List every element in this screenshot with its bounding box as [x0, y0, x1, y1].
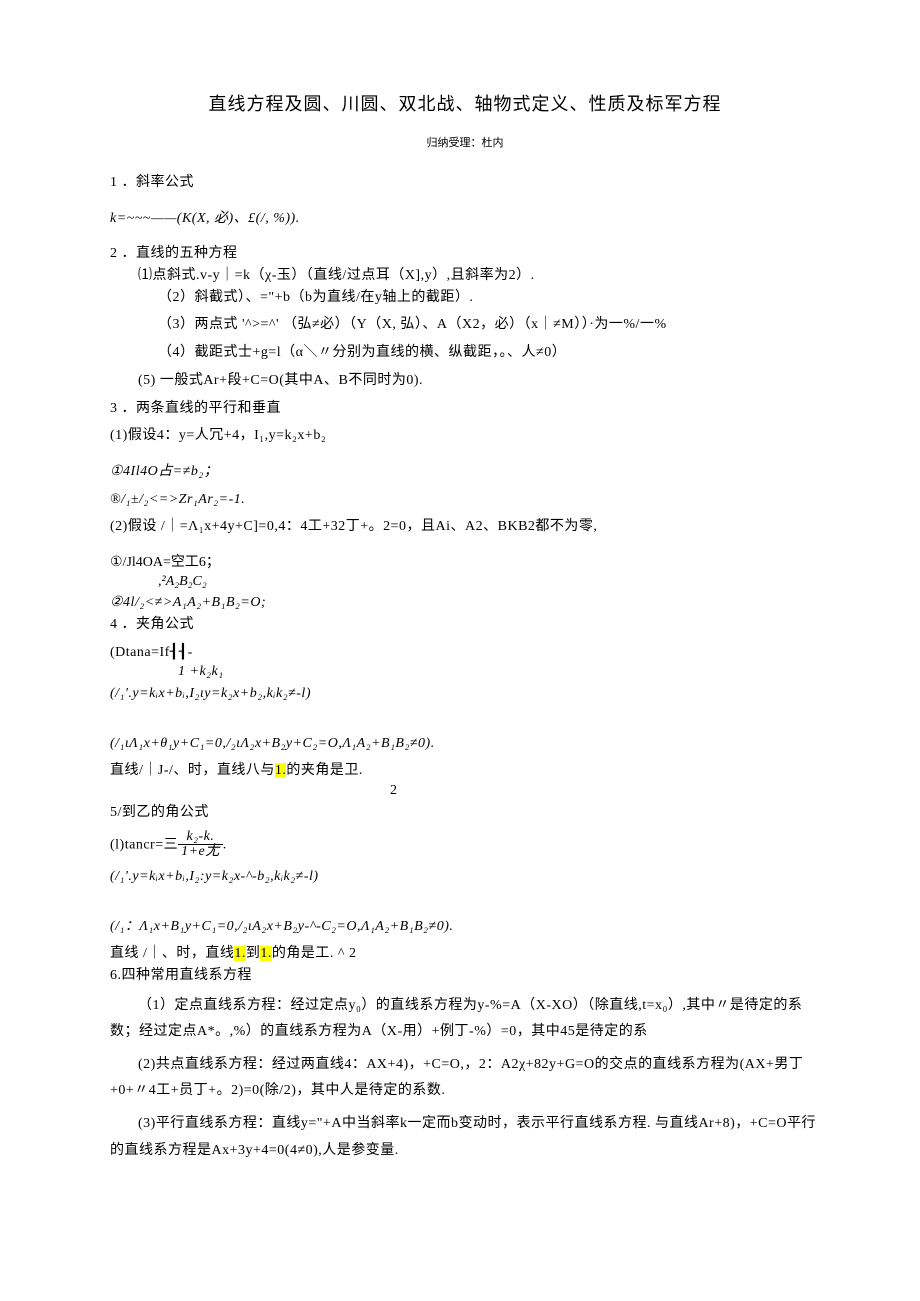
sec4-note-b: 的夹角是卫.	[286, 763, 363, 778]
sec3-item-2b: ②4l/₂<≠>A₁A₂+B₁B₂=O;	[110, 592, 820, 614]
sec4-cond-1: (/₁'.y=kᵢx+bᵢ,I₂ιy=k₂x+b₂,kᵢk₂≠-l)	[110, 683, 820, 705]
sec3-item-1a-text: ①4Il4O占=≠b₂；	[110, 464, 218, 479]
sec2-item-1: ⑴点斜式.v-y｜=k（χ-玉）（直线/过点耳（X],y）,且斜率为2）.	[110, 265, 820, 287]
sec4-note: 直线/｜J-/、时，直线八与1.的夹角是卫.	[110, 760, 820, 782]
sec2-item-2: （2）斜截式）、="+b（b为直线/在y轴上的截距）.	[110, 287, 820, 309]
sec5-note-hl2: 1.	[260, 946, 272, 961]
sec6-item-2: (2)共点直线系方程：经过两直线4：AX+4)，+C=O,，2：A2χ+82y+…	[110, 1052, 820, 1105]
sec5-note-b: 的角是工. ^ 2	[272, 946, 357, 961]
sec5-cond-1: (/₁'.y=kᵢx+bᵢ,I₂:y=k₂x-^-b₂,kᵢk₂≠-l)	[110, 866, 820, 888]
sec3-item-2b-text: ②4l/₂<≠>A₁A₂+B₁B₂=O;	[110, 595, 266, 610]
sec4-cond-2: (/₁ιΛ₁x+θ₁y+C₁=0,/₂ιΛ₂x+B₂y+C₂=O,Λ₁A₂+B₁…	[110, 733, 820, 755]
page-title: 直线方程及圆、川圆、双北战、轴物式定义、性质及标军方程	[110, 90, 820, 116]
sec4-formula-1: (Dtana=If┨┨-	[110, 642, 820, 664]
sec2-item-5: (5) 一般式Ar+段+C=O(其中A、B不同时为0).	[110, 370, 820, 392]
sec6-item-1: （1）定点直线系方程：经过定点y₀）的直线系方程为y-%=A（X-XO）（除直线…	[110, 993, 820, 1046]
document-page: 直线方程及圆、川圆、双北战、轴物式定义、性质及标军方程 归纳受理：杜内 1 ．斜…	[0, 0, 920, 1224]
sec4-f1-left: (Dtana=If┨┨-	[110, 645, 193, 660]
section-2-heading: 2 ．直线的五种方程	[110, 243, 820, 265]
sec3-item-1: (1)假设4：y=人冗+4，I₁,y=k₂x+b₂	[110, 425, 820, 447]
section-1-heading: 1 ．斜率公式	[110, 172, 820, 194]
sec3-item-2a-bot: ,²A₂B₂C₂	[110, 571, 820, 593]
author-line: 归纳受理：杜内	[110, 134, 820, 150]
sec5-cond-2: (/₁：Λ₁x+B₁y+C₁=0,/₂ιA₂x+B₂y-^-C₂=O,Λ₁A₂+…	[110, 916, 820, 938]
sec6-item-3: (3)平行直线系方程：直线y="+A中当斜率k一定而b变动时，表示平行直线系方程…	[110, 1111, 820, 1164]
sec3-item-1b-text: ®/₁±/₂<=>Zr₁Ar₂=-1.	[110, 492, 245, 507]
sec4-note-hl: 1.	[275, 763, 287, 778]
section-3-heading: 3 ．两条直线的平行和垂直	[110, 398, 820, 420]
sec5-note-mid: 到	[246, 946, 261, 961]
sec5-note-hl1: 1.	[234, 946, 246, 961]
section-5-heading: 5/到乙的角公式	[110, 802, 820, 824]
sec3-item-1b: ®/₁±/₂<=>Zr₁Ar₂=-1.	[110, 489, 820, 511]
sec3-item-2: (2)假设 /｜=Λ₁x+4y+C]=0,4：4工+32丁+。2=0，且Ai、A…	[110, 516, 820, 538]
sec5-note-a: 直线 /｜、时，直线	[110, 946, 234, 961]
sec2-item-3: （3）两点式 '^>=^' （弘≠必）（Y（X, 弘）、A（X2，必）（x｜≠M…	[110, 314, 820, 336]
section-4-heading: 4 ．夹角公式	[110, 614, 820, 636]
sec5-fraction: k₂-k.1+e尢	[178, 830, 223, 860]
sec5-f1-left: (l)tancr=三	[110, 837, 178, 852]
sec5-note: 直线 /｜、时，直线1.到1.的角是工. ^ 2	[110, 943, 820, 965]
sec4-frac-under: 2	[110, 780, 820, 802]
sec4-note-a: 直线/｜J-/、时，直线八与	[110, 763, 275, 778]
sec3-item-1-text: (1)假设4：y=人冗+4，I₁,y=k₂x+b₂	[110, 428, 326, 443]
sec5-frac-den: 1+e尢	[178, 845, 223, 860]
sec3-item-1a: ①4Il4O占=≠b₂；	[110, 461, 820, 483]
sec4-f1-right: 1 +k₂k₁	[110, 661, 820, 683]
slope-formula: k=~~~——(K(X, 必)、£(/, %)).	[110, 208, 820, 230]
section-6-heading: 6.四种常用直线系方程	[110, 965, 820, 987]
sec5-frac-num: k₂-k.	[178, 830, 223, 846]
sec2-item-4: （4）截距式士+g=l（α＼〃分别为直线的横、纵截距，。、人≠0）	[110, 342, 820, 364]
sec5-formula-1: (l)tancr=三k₂-k.1+e尢.	[110, 830, 820, 860]
